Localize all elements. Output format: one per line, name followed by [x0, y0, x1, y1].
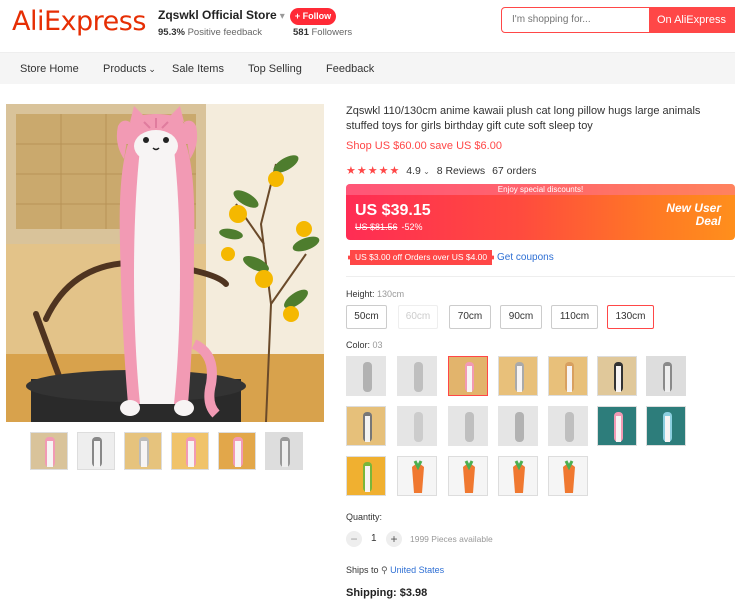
followers-number: 581 [293, 27, 309, 38]
chevron-down-icon: ⌄ [148, 64, 156, 74]
height-value: 130cm [377, 289, 405, 299]
color-swatch[interactable] [498, 406, 538, 446]
order-count: 67 orders [492, 165, 537, 177]
color-swatch[interactable] [498, 456, 538, 496]
coupon-badge: US $3.00 off Orders over US $4.00 [348, 250, 495, 265]
thumbnail[interactable] [218, 432, 256, 470]
color-value: 03 [372, 340, 383, 350]
thumbnail[interactable] [124, 432, 162, 470]
product-photo [6, 104, 324, 422]
get-coupons-link[interactable]: Get coupons [497, 252, 554, 263]
color-swatch[interactable] [346, 456, 386, 496]
follow-button[interactable]: + Follow [290, 8, 336, 25]
ships-to-label: Ships to [346, 565, 379, 575]
ships-to-row: Ships to ⚲ United States [346, 565, 444, 576]
thumbnail[interactable] [171, 432, 209, 470]
nav-store-home[interactable]: Store Home [20, 63, 79, 75]
color-swatch[interactable] [548, 406, 588, 446]
height-option-disabled[interactable]: 60cm [398, 305, 438, 329]
search-button[interactable]: On AliExpress [649, 6, 734, 33]
color-swatch[interactable] [646, 406, 686, 446]
positive-feedback: 95.3% Positive feedback [158, 27, 262, 38]
current-price: US $39.15 [355, 202, 431, 219]
increase-quantity-button[interactable]: + [386, 531, 402, 547]
nav-products[interactable]: Products ⌄ [103, 63, 156, 75]
review-count[interactable]: 8 Reviews [437, 165, 485, 177]
decrease-quantity-button[interactable]: − [346, 531, 362, 547]
followers-count: 581 Followers [293, 27, 352, 38]
color-swatch[interactable] [448, 406, 488, 446]
quantity-label: Quantity: [346, 512, 383, 522]
color-swatch[interactable] [397, 456, 437, 496]
rating-row: ★★★★★ 4.9 ⌄ 8 Reviews 67 orders [346, 164, 536, 177]
color-swatch-selected[interactable] [448, 356, 488, 396]
color-swatch[interactable] [346, 406, 386, 446]
star-rating-icon: ★★★★★ [346, 165, 401, 177]
color-label-text: Color: [346, 340, 371, 350]
thumbnail[interactable] [30, 432, 68, 470]
color-swatch[interactable] [646, 356, 686, 396]
followers-text: Followers [311, 27, 353, 38]
color-swatch[interactable] [397, 406, 437, 446]
thumbnail[interactable] [77, 432, 115, 470]
location-pin-icon: ⚲ [381, 565, 388, 575]
price-banner: Enjoy special discounts! US $39.15 US $8… [346, 184, 735, 240]
color-swatch[interactable] [448, 456, 488, 496]
height-label-text: Height: [346, 289, 375, 299]
thumbnail[interactable] [265, 432, 303, 470]
height-option[interactable]: 110cm [551, 305, 598, 329]
search-bar: On AliExpress [501, 6, 735, 33]
store-nav: Store Home Products ⌄ Sale Items Top Sell… [0, 52, 735, 84]
deal-line-2: Deal [695, 214, 721, 228]
aliexpress-logo[interactable]: AliExpress [12, 6, 146, 37]
color-swatch[interactable] [498, 356, 538, 396]
new-user-deal: New User Deal [666, 202, 721, 228]
height-option[interactable]: 70cm [449, 305, 491, 329]
chevron-down-icon[interactable]: ⌄ [421, 167, 430, 176]
pieces-available: 1999 Pieces available [410, 534, 493, 544]
search-input[interactable] [502, 8, 642, 30]
store-name-text[interactable]: Zqswkl Official Store [158, 8, 277, 22]
color-label: Color: 03 [346, 340, 383, 350]
chevron-down-icon[interactable]: ▾ [280, 11, 285, 22]
original-price: US $81.56 -52% [355, 222, 423, 232]
rating-value[interactable]: 4.9 [406, 165, 421, 177]
color-swatch[interactable] [397, 356, 437, 396]
quantity-value[interactable]: 1 [371, 533, 377, 544]
store-header: AliExpress Zqswkl Official Store ▾ 95.3% … [0, 0, 735, 52]
shipping-cost: Shipping: $3.98 [346, 587, 428, 599]
nav-top-selling[interactable]: Top Selling [248, 63, 302, 75]
discount-percent: -52% [401, 222, 423, 232]
positive-feedback-pct: 95.3% [158, 27, 185, 38]
height-option[interactable]: 90cm [500, 305, 542, 329]
height-option-selected[interactable]: 130cm [607, 305, 654, 329]
height-label: Height: 130cm [346, 289, 404, 299]
nav-feedback[interactable]: Feedback [326, 63, 374, 75]
nav-products-label[interactable]: Products [103, 63, 146, 75]
color-swatch[interactable] [548, 456, 588, 496]
height-option[interactable]: 50cm [346, 305, 387, 329]
color-swatch[interactable] [597, 406, 637, 446]
product-main-image[interactable] [6, 104, 324, 422]
old-price: US $81.56 [355, 222, 398, 232]
store-name[interactable]: Zqswkl Official Store ▾ [158, 8, 285, 22]
color-swatch[interactable] [597, 356, 637, 396]
promo-banner-text: Enjoy special discounts! [346, 184, 735, 195]
positive-feedback-text: Positive feedback [187, 27, 263, 38]
color-swatch[interactable] [548, 356, 588, 396]
nav-sale-items[interactable]: Sale Items [172, 63, 224, 75]
ships-to-country[interactable]: United States [390, 565, 444, 575]
shop-discount-line[interactable]: Shop US $60.00 save US $6.00 [346, 140, 502, 152]
divider [346, 276, 735, 277]
color-swatch[interactable] [346, 356, 386, 396]
product-title: Zqswkl 110/130cm anime kawaii plush cat … [346, 105, 701, 132]
